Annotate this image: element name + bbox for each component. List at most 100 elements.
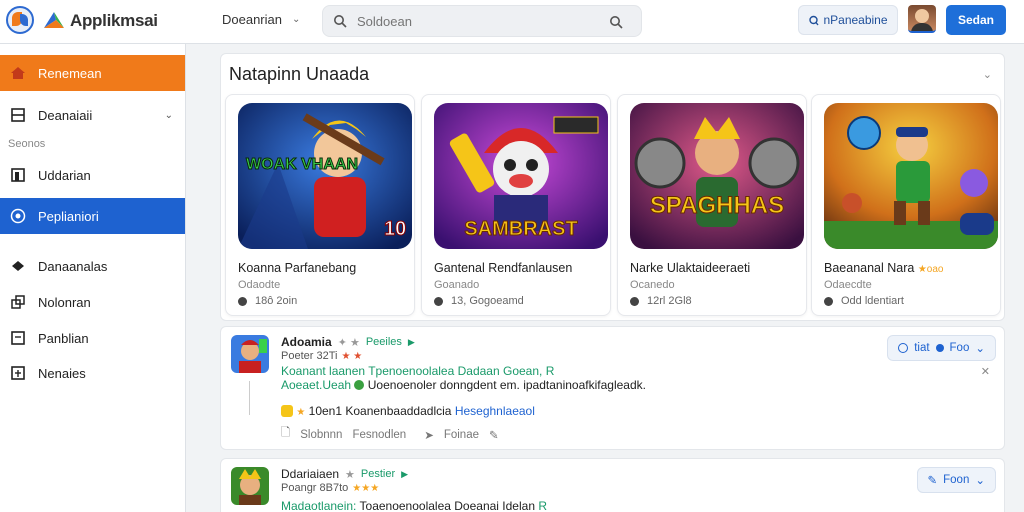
game-title: Gantenal Rendfanlausen (434, 261, 573, 275)
post-role: Pestier (360, 468, 396, 480)
sidebar-item-label: Peplianiori (38, 208, 99, 224)
post-header: Ddariaiaen ★ Pestier ▶ (281, 467, 408, 481)
post-actions: 🗋 Slobnnn Fesnodlen ➤ Foinae ✎ (281, 425, 499, 444)
post-text: Uoenoenoler donngdent em. ipadtaninoafki… (367, 378, 646, 392)
game-meta-text: 18ô 2oin (255, 295, 298, 307)
pin-icon (824, 296, 833, 306)
sidebar-item-home[interactable]: Renemean (0, 55, 185, 91)
play-icon: ▶ (401, 468, 409, 479)
play-icon: ▶ (407, 336, 415, 347)
post-meta: Poeter 32Ti ★ ★ (281, 350, 362, 362)
follow-label: Foon (943, 474, 970, 486)
post-role: Peeiles (365, 336, 402, 348)
post-line: Madaotlanein: Toaenoenoolalea Doeanai Id… (281, 499, 547, 512)
bell-icon (809, 15, 820, 25)
featured-panel: Natapinn Unaada ⌄ WOAK VHAAN 10 Koanna P… (220, 53, 1005, 321)
game-title: Narke Ulaktaideeraeti (630, 261, 751, 275)
user-avatar[interactable] (908, 5, 936, 33)
chevron-down-icon: ⌄ (975, 343, 985, 355)
post-line: Koanant laanen Tpenoenoolalea Dadaan Goe… (281, 364, 554, 378)
notifications-label: nPaneabine (823, 13, 888, 27)
doc-icon (11, 331, 25, 345)
sidebar-item-library[interactable]: Uddarian (0, 157, 185, 193)
rating-badge: ★oao (917, 264, 944, 275)
inbox-icon (11, 108, 25, 122)
pin-icon (630, 296, 639, 306)
sidebar-item-label: Renemean (38, 65, 102, 81)
game-card[interactable]: Baeananal Nara ★oao Odaecdte Odd ldentia… (811, 94, 1001, 316)
dot-icon (935, 344, 944, 352)
post-avatar[interactable] (231, 467, 269, 505)
post-meta-text: Poangr 8B7to (281, 482, 349, 494)
app-title: Applikmsai (70, 11, 158, 30)
game-art-text: SPAGHHAS (650, 192, 784, 219)
game-title: Koanna Parfanebang (238, 261, 357, 275)
menu-dropdown-label: Doeanrian (222, 12, 282, 27)
comment-action[interactable]: Slobnnn (300, 429, 342, 441)
chevron-down-icon[interactable]: ⌄ (983, 68, 992, 81)
feed-post: Adoamia ✦ ★ Peeiles ▶ Poeter 32Ti ★ ★ Ko… (220, 326, 1005, 450)
search-submit-icon[interactable] (609, 15, 623, 29)
sidebar-item-collections[interactable]: Nolonran (0, 284, 185, 320)
game-meta-text: 13, Gogoeamd (451, 295, 524, 307)
menu-dropdown[interactable]: Doeanrian ⌄ (222, 12, 300, 27)
game-meta: Odd ldentiart (824, 295, 904, 307)
chevron-down-icon: ⌄ (292, 14, 301, 25)
game-subtitle: Odaodte (238, 279, 281, 291)
share-action[interactable]: Fesnodlen (352, 429, 406, 441)
reply-icon: ➤ (424, 429, 434, 442)
sidebar-section-label: Seonos (8, 138, 46, 150)
comment-icon[interactable]: 🗋 (281, 425, 290, 444)
game-meta: 18ô 2oin (238, 295, 297, 307)
top-bar: Applikmsai Doeanrian ⌄ nPaneabine Sedan (0, 0, 1024, 44)
game-title: Baeananal Nara ★oao (824, 261, 944, 275)
star-icon: ★ (296, 407, 306, 418)
sidebar-item-publisher[interactable]: Panblian (0, 320, 185, 356)
info-icon (898, 343, 909, 353)
search-bar (322, 5, 642, 37)
post-avatar[interactable] (231, 335, 269, 373)
close-icon[interactable]: ✕ (981, 365, 990, 378)
post-meta-text: Poeter 32Ti (281, 350, 338, 362)
post-text: Tpenoenoolalea Dadaan Goean, (368, 364, 543, 378)
post-link[interactable]: Heseghnlaeaol (455, 404, 535, 418)
target-icon (10, 208, 26, 224)
game-meta: 13, Gogoeamd (434, 295, 524, 307)
brand-mark-icon (44, 12, 64, 28)
sidebar-item-downloads[interactable]: Danaanalas (0, 248, 185, 284)
diamond-icon (12, 261, 24, 271)
pin-icon[interactable]: ✎ (489, 428, 499, 442)
game-art (824, 103, 998, 249)
follow-button[interactable]: tiat Foo ⌄ (887, 335, 996, 361)
follow-button[interactable]: ✎ Foon ⌄ (916, 467, 996, 493)
post-line: Aoeaet.Ueah Uoenoenoler donngdent em. ip… (281, 378, 646, 392)
game-card[interactable]: SAMBRAST Gantenal Rendfanlausen Goanado … (421, 94, 611, 316)
sidebar-item-label: Panblian (38, 330, 89, 346)
post-highlight: Madaotlanein: (281, 499, 357, 512)
game-art-text: WOAK VHAAN (246, 156, 358, 173)
post-author[interactable]: Ddariaiaen (281, 467, 339, 481)
game-meta-text: 12rl 2Gl8 (647, 295, 692, 307)
post-text: Toaenoenoolalea Doeanai Idelan (359, 499, 535, 512)
post-author[interactable]: Adoamia (281, 335, 332, 349)
sidebar-item-dashboard[interactable]: Deanaiaii ⌄ (0, 97, 185, 133)
edit-icon: ✎ (927, 475, 938, 487)
search-icon (334, 15, 347, 28)
post-line: ★ 10en1 Koanenbaaddadlcia Heseghnlaeaol (281, 404, 535, 418)
game-card[interactable]: WOAK VHAAN 10 Koanna Parfanebang Odaodte… (225, 94, 415, 316)
app-logo[interactable] (6, 6, 34, 34)
search-input[interactable] (357, 13, 607, 29)
star-icon: ✦ ★ (337, 336, 360, 349)
globe-icon (354, 380, 365, 390)
notifications-button[interactable]: nPaneabine (798, 5, 898, 35)
game-card[interactable]: SPAGHHAS Narke Ulaktaideeraeti Ocanedo 1… (617, 94, 807, 316)
star-icon: ★ (345, 468, 355, 481)
primary-action-button[interactable]: Sedan (946, 5, 1006, 35)
game-art: SPAGHHAS (630, 103, 804, 249)
sidebar-item-news[interactable]: Nenaies (0, 355, 185, 391)
chevron-down-icon: ⌄ (975, 475, 985, 487)
calendar-icon (11, 366, 25, 380)
svg-text:10: 10 (384, 218, 406, 240)
sidebar-item-applications[interactable]: Peplianiori (0, 198, 185, 234)
reply-action[interactable]: Foinae (444, 429, 479, 441)
